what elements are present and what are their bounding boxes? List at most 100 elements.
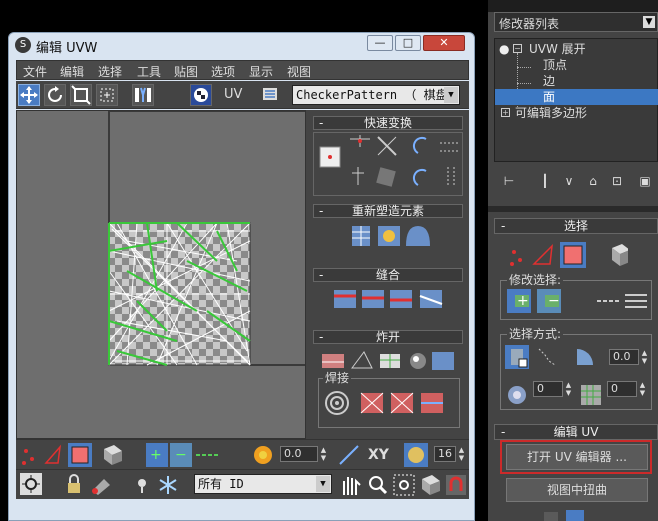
select-by-element-icon[interactable]: [505, 345, 529, 369]
set-pivot-icon[interactable]: [319, 146, 341, 168]
select-by-smoothing-icon[interactable]: [508, 386, 526, 404]
rotate-plus-90-icon[interactable]: [412, 136, 427, 154]
flatten-icon[interactable]: [380, 354, 400, 368]
collapse-icon[interactable]: −: [513, 44, 522, 53]
menu-select[interactable]: 选择: [98, 63, 122, 80]
zoom-selected-icon[interactable]: [422, 475, 440, 495]
align-horizontal-icon[interactable]: [350, 135, 370, 147]
straighten-icon[interactable]: [376, 167, 396, 187]
menu-mapping[interactable]: 贴图: [174, 63, 198, 80]
grow-selection-icon[interactable]: +: [507, 289, 531, 313]
stitch-to-average-icon[interactable]: [362, 290, 384, 308]
stitch-to-target-icon[interactable]: [334, 290, 356, 308]
seam-tool-icon[interactable]: [566, 510, 584, 521]
explode-grid-icon[interactable]: [432, 352, 454, 370]
select-by-path-icon[interactable]: [538, 348, 556, 366]
grow-selection-icon[interactable]: +: [146, 443, 168, 467]
stack-item-editable-poly[interactable]: + 可编辑多边形: [495, 105, 658, 121]
edge-distance-icon[interactable]: [404, 443, 428, 467]
stack-sub-item-edge[interactable]: 边: [495, 73, 658, 89]
edge-select-icon[interactable]: [532, 243, 553, 265]
modifier-sets-icon[interactable]: ▣: [636, 172, 654, 190]
planar-angle-icon[interactable]: [577, 349, 593, 365]
xy-space-label[interactable]: XY: [368, 447, 389, 463]
element-select-icon[interactable]: [104, 445, 122, 465]
spinner-arrows-icon[interactable]: ▲ ▼: [320, 446, 327, 462]
scale-tool-button[interactable]: [70, 84, 92, 106]
modifier-list-dropdown[interactable]: 修改器列表 ▼: [494, 12, 658, 32]
mirror-tool-button[interactable]: [132, 84, 154, 106]
weld-threshold-icon[interactable]: [325, 391, 349, 415]
texture-options-button[interactable]: [260, 84, 282, 106]
menu-edit[interactable]: 编辑: [60, 63, 84, 80]
shrink-selection-icon[interactable]: −: [170, 443, 192, 467]
uv-viewport[interactable]: [16, 110, 306, 439]
edge-ring-icon[interactable]: [625, 294, 647, 308]
uv-axis-label[interactable]: UV: [224, 87, 242, 102]
shrink-selection-icon[interactable]: −: [537, 289, 561, 313]
rollout-selection-header[interactable]: - 选择: [494, 218, 658, 234]
spinner-arrows-icon[interactable]: ▲ ▼: [639, 381, 646, 397]
align-vertical-icon[interactable]: [352, 167, 364, 185]
falloff-line-icon[interactable]: [338, 444, 360, 466]
edge-select-icon[interactable]: [44, 444, 62, 464]
show-end-result-icon[interactable]: ┃: [536, 172, 554, 190]
soft-selection-icon[interactable]: [252, 444, 276, 466]
minimize-button[interactable]: —: [367, 35, 393, 51]
break-icon[interactable]: [322, 354, 344, 368]
menu-options[interactable]: 选项: [211, 63, 235, 80]
lock-icon[interactable]: [68, 474, 80, 493]
rollout-reshape-header[interactable]: - 重新塑造元素: [313, 204, 463, 218]
face-select-icon[interactable]: [68, 443, 92, 467]
remove-modifier-icon[interactable]: ⌂: [584, 172, 602, 190]
weld-all-icon[interactable]: [421, 393, 443, 413]
lightbulb-icon[interactable]: ●: [499, 41, 509, 57]
relax-icon[interactable]: [378, 226, 400, 246]
tweak-in-view-button[interactable]: 视图中扭曲: [506, 478, 648, 502]
rotate-minus-90-icon[interactable]: [412, 168, 427, 186]
element-select-icon[interactable]: [612, 244, 628, 266]
detach-icon[interactable]: [351, 351, 373, 369]
pin-stack-icon[interactable]: ⊢: [500, 172, 518, 190]
spinner-arrows-icon[interactable]: ▲ ▼: [641, 349, 648, 365]
menu-tools[interactable]: 工具: [137, 63, 161, 80]
paint-select-icon[interactable]: [92, 479, 110, 495]
freeze-icon[interactable]: [159, 476, 177, 494]
stitch-custom-icon[interactable]: [419, 290, 443, 308]
uv-canvas[interactable]: [17, 111, 306, 439]
weld-selected-icon[interactable]: [390, 392, 414, 414]
spacing-horizontal-icon[interactable]: [440, 142, 460, 152]
select-by-material-icon[interactable]: [581, 385, 601, 405]
stitch-to-source-icon[interactable]: [390, 290, 412, 308]
isolate-icon[interactable]: [138, 479, 146, 493]
rollout-edit-uv-header[interactable]: - 编辑 UV: [494, 424, 658, 440]
vertex-select-icon[interactable]: [22, 449, 34, 465]
peel-tool-icon[interactable]: [544, 512, 558, 521]
straighten-selection-icon[interactable]: [352, 226, 370, 246]
smoothing-id-spinner[interactable]: 0: [533, 381, 563, 397]
snap-icon[interactable]: [446, 475, 466, 495]
align-diagonal-icon[interactable]: [377, 136, 397, 156]
make-unique-icon[interactable]: ∨: [560, 172, 578, 190]
texture-dropdown[interactable]: CheckerPattern （ 棋盘 ▼: [292, 85, 460, 105]
material-id-spinner[interactable]: 0: [607, 381, 637, 397]
zoom-region-icon[interactable]: [393, 474, 415, 496]
zoom-icon[interactable]: [369, 476, 388, 495]
move-tool-button[interactable]: [18, 84, 40, 106]
rotate-tool-button[interactable]: [44, 84, 66, 106]
weld-sphere-icon[interactable]: [410, 353, 426, 369]
edge-distance-spinner[interactable]: 16: [434, 446, 456, 462]
expand-icon[interactable]: +: [501, 108, 510, 117]
weld-target-icon[interactable]: [360, 392, 384, 414]
soft-selection-falloff-spinner[interactable]: 0.0: [280, 446, 318, 462]
spacing-vertical-icon[interactable]: [447, 167, 455, 187]
rollout-explode-header[interactable]: - 炸开: [313, 330, 463, 344]
spinner-arrows-icon[interactable]: ▲ ▼: [565, 381, 572, 397]
maximize-button[interactable]: □: [395, 35, 421, 51]
rollout-stitch-header[interactable]: - 缝合: [313, 268, 463, 282]
pan-hand-icon[interactable]: [343, 477, 361, 495]
rollout-quick-transform-header[interactable]: - 快速变换: [313, 116, 463, 130]
zoom-extents-icon[interactable]: [20, 473, 42, 495]
menu-display[interactable]: 显示: [249, 63, 273, 80]
relax-dialog-icon[interactable]: [406, 226, 430, 246]
